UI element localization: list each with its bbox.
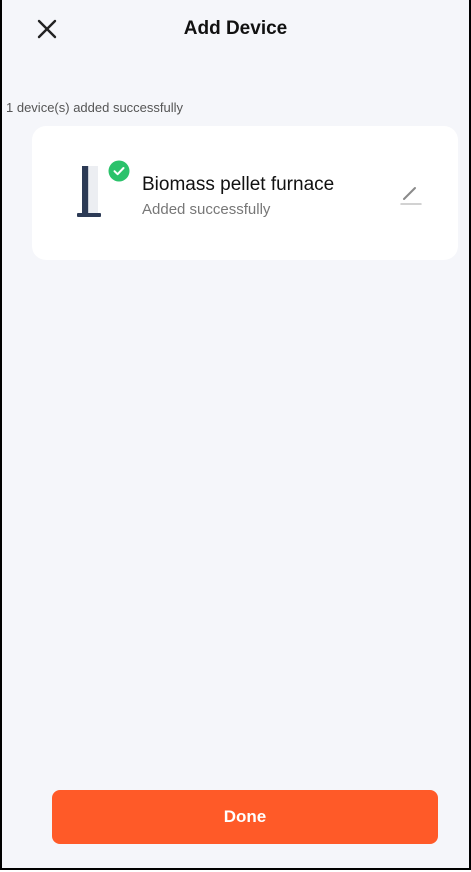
check-circle-icon bbox=[108, 160, 130, 182]
pencil-icon bbox=[400, 187, 422, 205]
edit-device-button[interactable] bbox=[398, 182, 424, 208]
status-message: 1 device(s) added successfully bbox=[6, 100, 184, 115]
device-status: Added successfully bbox=[142, 201, 271, 218]
done-button[interactable]: Done bbox=[52, 790, 438, 844]
page-title: Add Device bbox=[183, 18, 288, 39]
device-card[interactable]: Biomass pellet furnace Added successfull… bbox=[32, 126, 458, 260]
header: Add Device bbox=[2, 0, 469, 58]
app-screen: Add Device 1 device(s) added successfull… bbox=[0, 0, 471, 870]
device-name: Biomass pellet furnace bbox=[142, 174, 335, 195]
